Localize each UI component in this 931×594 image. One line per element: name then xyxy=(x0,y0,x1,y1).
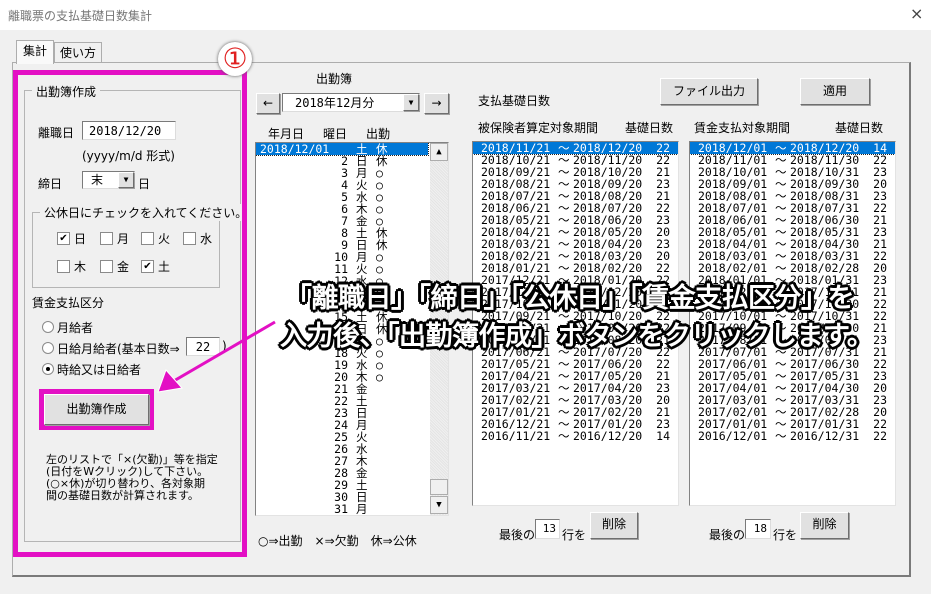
tab-summary[interactable]: 集計 xyxy=(16,40,54,64)
arrow-head-icon xyxy=(157,369,183,393)
annotation-line-2: 入力後、「出勤簿作成」ボタンをクリックします。 xyxy=(280,321,874,352)
annotation-line-1: 「離職日」「締日」「公休日」「賃金支払区分」を xyxy=(285,283,855,314)
